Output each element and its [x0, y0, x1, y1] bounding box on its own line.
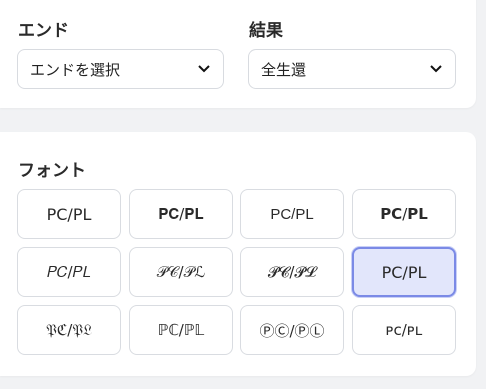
font-label: フォント — [18, 161, 86, 181]
result-select-value: 全生還 — [261, 60, 307, 79]
font-option-sans-bold[interactable]: 𝗣𝗖/𝗣𝗟 — [352, 189, 456, 239]
font-option-sans[interactable]: PC/PL — [17, 189, 121, 239]
result-select[interactable]: 全生還 — [248, 49, 456, 89]
font-option-serif-bold[interactable]: 𝐏𝐂/𝐏𝐋 — [129, 189, 233, 239]
font-option-script[interactable]: 𝒫𝒞/𝒫ℒ — [129, 247, 233, 297]
font-option-circled[interactable]: ⓅⒸ/ⓅⓁ — [240, 305, 344, 355]
chevron-down-icon — [429, 62, 443, 76]
font-option-italic[interactable]: 𝑃𝐶/𝑃𝐿 — [17, 247, 121, 297]
font-option-sans-light[interactable]: PC/PL — [240, 189, 344, 239]
font-option-bold-script[interactable]: 𝓟𝓒/𝓟𝓛 — [240, 247, 344, 297]
font-option-small-caps[interactable]: ᴘᴄ/ᴘʟ — [352, 305, 456, 355]
end-select-value: エンドを選択 — [30, 60, 121, 79]
font-option-fraktur[interactable]: 𝔓ℭ/𝔓𝔏 — [17, 305, 121, 355]
end-select[interactable]: エンドを選択 — [17, 49, 224, 89]
result-label: 結果 — [249, 21, 283, 41]
end-label: エンド — [18, 21, 69, 41]
chevron-down-icon — [197, 62, 211, 76]
font-option-double-struck[interactable]: ℙℂ/ℙ𝕃 — [129, 305, 233, 355]
font-option-normal-selected[interactable]: PC/PL — [352, 247, 456, 297]
